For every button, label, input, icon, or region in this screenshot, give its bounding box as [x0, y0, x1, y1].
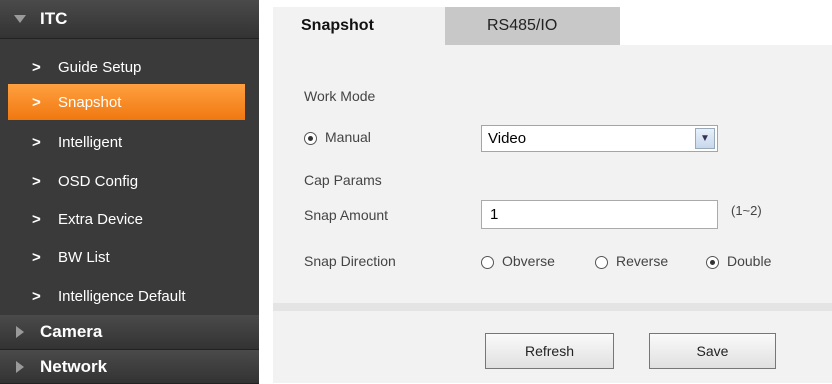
sidebar: ITC > Guide Setup > Snapshot > Intellige…: [0, 0, 259, 384]
snap-direction-label: Snap Direction: [304, 253, 396, 269]
work-mode-label: Work Mode: [304, 88, 376, 104]
sidebar-item-extra-device[interactable]: > Extra Device: [0, 200, 259, 238]
sidebar-item-label: Extra Device: [58, 210, 144, 228]
chevron-right-icon: >: [32, 172, 41, 190]
sidebar-item-bw-list[interactable]: > BW List: [0, 238, 259, 276]
obverse-radio[interactable]: [481, 255, 494, 269]
sidebar-section-itc[interactable]: ITC: [0, 0, 259, 39]
chevron-right-icon: >: [32, 133, 41, 151]
sidebar-item-snapshot[interactable]: > Snapshot: [8, 84, 245, 120]
sidebar-item-label: BW List: [58, 248, 110, 266]
sidebar-section-label: ITC: [40, 9, 68, 28]
sidebar-item-osd-config[interactable]: > OSD Config: [0, 162, 259, 200]
form-divider: [273, 303, 832, 311]
snap-amount-value: 1: [490, 206, 499, 223]
work-mode-select[interactable]: Video ▼: [481, 125, 718, 152]
sidebar-item-label: Intelligent: [58, 133, 123, 151]
manual-radio[interactable]: [304, 131, 317, 145]
chevron-right-icon: >: [32, 58, 41, 76]
reverse-radio[interactable]: [595, 255, 608, 269]
sidebar-section-label: Network: [40, 356, 108, 376]
cap-params-label: Cap Params: [304, 172, 382, 188]
reverse-label: Reverse: [616, 253, 669, 269]
direction-option-obverse[interactable]: Obverse: [481, 253, 555, 269]
sidebar-item-label: Guide Setup: [58, 58, 142, 76]
sidebar-section-label: Camera: [40, 322, 103, 341]
expand-triangle-icon: [0, 326, 40, 338]
sidebar-item-guide-setup[interactable]: > Guide Setup: [0, 48, 259, 86]
tab-label: RS485/IO: [487, 17, 558, 34]
snap-amount-label: Snap Amount: [304, 207, 389, 223]
double-label: Double: [727, 253, 772, 269]
save-button[interactable]: Save: [649, 333, 776, 369]
collapse-triangle-icon: [0, 15, 40, 23]
chevron-down-icon[interactable]: ▼: [695, 128, 715, 149]
direction-option-double[interactable]: Double: [706, 253, 771, 269]
double-radio[interactable]: [706, 255, 719, 269]
refresh-button[interactable]: Refresh: [485, 333, 614, 369]
sidebar-section-camera[interactable]: Camera: [0, 315, 259, 350]
tab-rs485-io[interactable]: RS485/IO: [445, 7, 620, 45]
sidebar-item-intelligent[interactable]: > Intelligent: [0, 123, 259, 161]
sidebar-item-label: Intelligence Default: [58, 287, 186, 305]
work-mode-value: Video: [488, 130, 527, 147]
snap-amount-range: (1~2): [731, 203, 762, 218]
chevron-right-icon: >: [32, 287, 41, 305]
main-panel: Snapshot RS485/IO Work Mode Manual Video…: [259, 0, 832, 383]
direction-option-reverse[interactable]: Reverse: [595, 253, 668, 269]
tab-bar: Snapshot RS485/IO: [259, 0, 832, 45]
chevron-right-icon: >: [32, 248, 41, 266]
snapshot-settings-form: Work Mode Manual Video ▼ Cap Params Snap…: [273, 45, 832, 383]
chevron-right-icon: >: [32, 93, 41, 111]
manual-radio-group: Manual: [304, 129, 371, 145]
sidebar-item-intelligence-default[interactable]: > Intelligence Default: [0, 277, 259, 315]
sidebar-item-label: Snapshot: [58, 93, 122, 111]
expand-triangle-icon: [0, 360, 40, 373]
manual-label: Manual: [325, 129, 371, 145]
obverse-label: Obverse: [502, 253, 555, 269]
sidebar-item-label: OSD Config: [58, 172, 139, 190]
tab-snapshot[interactable]: Snapshot: [273, 7, 455, 45]
chevron-right-icon: >: [32, 210, 41, 228]
snap-amount-input[interactable]: 1: [481, 200, 718, 229]
sidebar-section-network[interactable]: Network: [0, 350, 259, 384]
tab-label: Snapshot: [301, 17, 374, 34]
